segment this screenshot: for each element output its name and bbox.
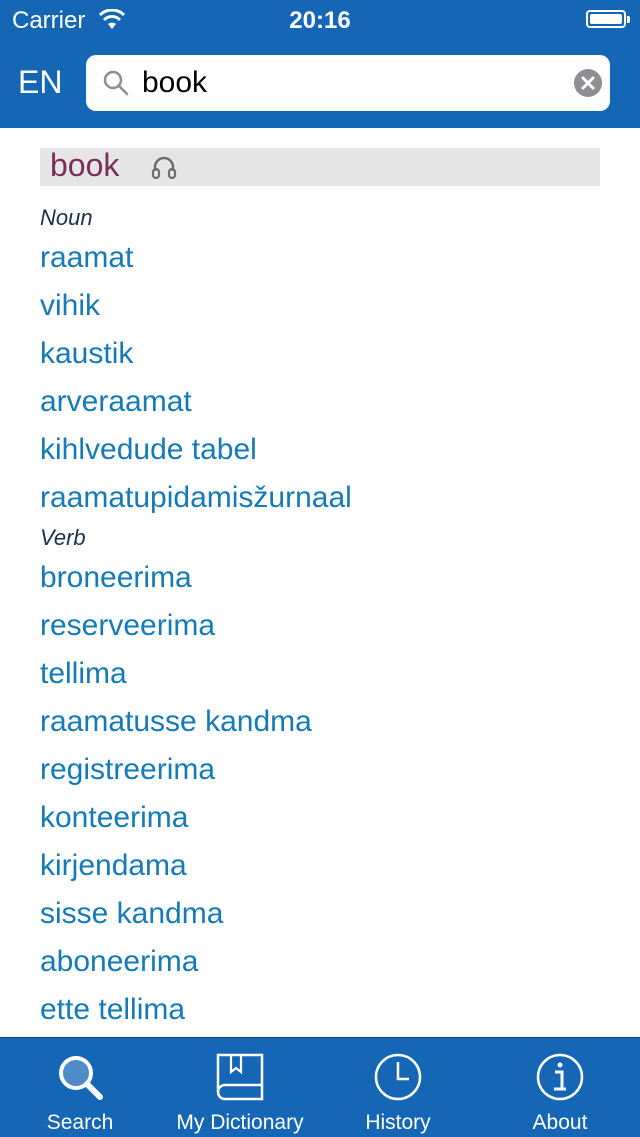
translation-link[interactable]: raamatupidamisžurnaal [40,474,600,522]
part-of-speech: Noun [40,205,93,230]
info-icon [536,1053,584,1101]
search-bar[interactable] [86,55,610,111]
search-input[interactable] [142,63,542,103]
translation-link[interactable]: vihik [40,282,600,330]
dictionary-entry: book Noun raamat vihik kaustik arveraama… [40,147,600,1034]
translation-link[interactable]: kaustik [40,330,600,378]
headphones-icon[interactable] [150,153,178,181]
translation-link[interactable]: konteerima [40,794,600,842]
translation-link[interactable]: broneerima [40,554,600,602]
translation-link[interactable]: aboneerima [40,938,600,986]
top-header: Carrier 20:16 EN [0,0,640,128]
headword: book [50,147,120,183]
section-noun: Noun raamat vihik kaustik arveraamat kih… [40,204,600,522]
tab-search[interactable]: Search [0,1038,160,1137]
translation-link[interactable]: raamatusse kandma [40,698,600,746]
translation-link[interactable]: registreerima [40,746,600,794]
translation-link[interactable]: kirjendama [40,842,600,890]
translation-link[interactable]: kihlvedude tabel [40,426,600,474]
tab-label: Search [46,1111,114,1134]
search-icon [59,1056,103,1100]
close-icon [581,76,595,90]
tab-history[interactable]: History [318,1038,478,1137]
translation-link[interactable]: raamat [40,234,600,282]
translation-link[interactable]: tellima [40,650,600,698]
status-time: 20:16 [289,7,351,34]
tab-label: My Dictionary [176,1111,304,1134]
tab-about[interactable]: About [480,1038,640,1137]
translation-link[interactable]: arveraamat [40,378,600,426]
tab-label: About [532,1111,588,1134]
tab-bar: Search My Dictionary History About [0,1037,640,1137]
translation-link[interactable]: ette tellima [40,986,600,1034]
section-verb: Verb broneerima reserveerima tellima raa… [40,524,600,1034]
book-icon [216,1053,264,1101]
tab-my-dictionary[interactable]: My Dictionary [160,1038,320,1137]
tab-label: History [365,1111,431,1134]
headword-bar: book [40,147,600,186]
language-toggle[interactable]: EN [18,64,62,101]
battery-icon [586,10,630,28]
search-icon [103,70,129,96]
part-of-speech: Verb [40,525,86,550]
clock-icon [374,1053,422,1101]
status-bar: Carrier 20:16 [0,0,640,40]
translation-link[interactable]: reserveerima [40,602,600,650]
translation-link[interactable]: sisse kandma [40,890,600,938]
clear-search-button[interactable] [574,69,602,97]
